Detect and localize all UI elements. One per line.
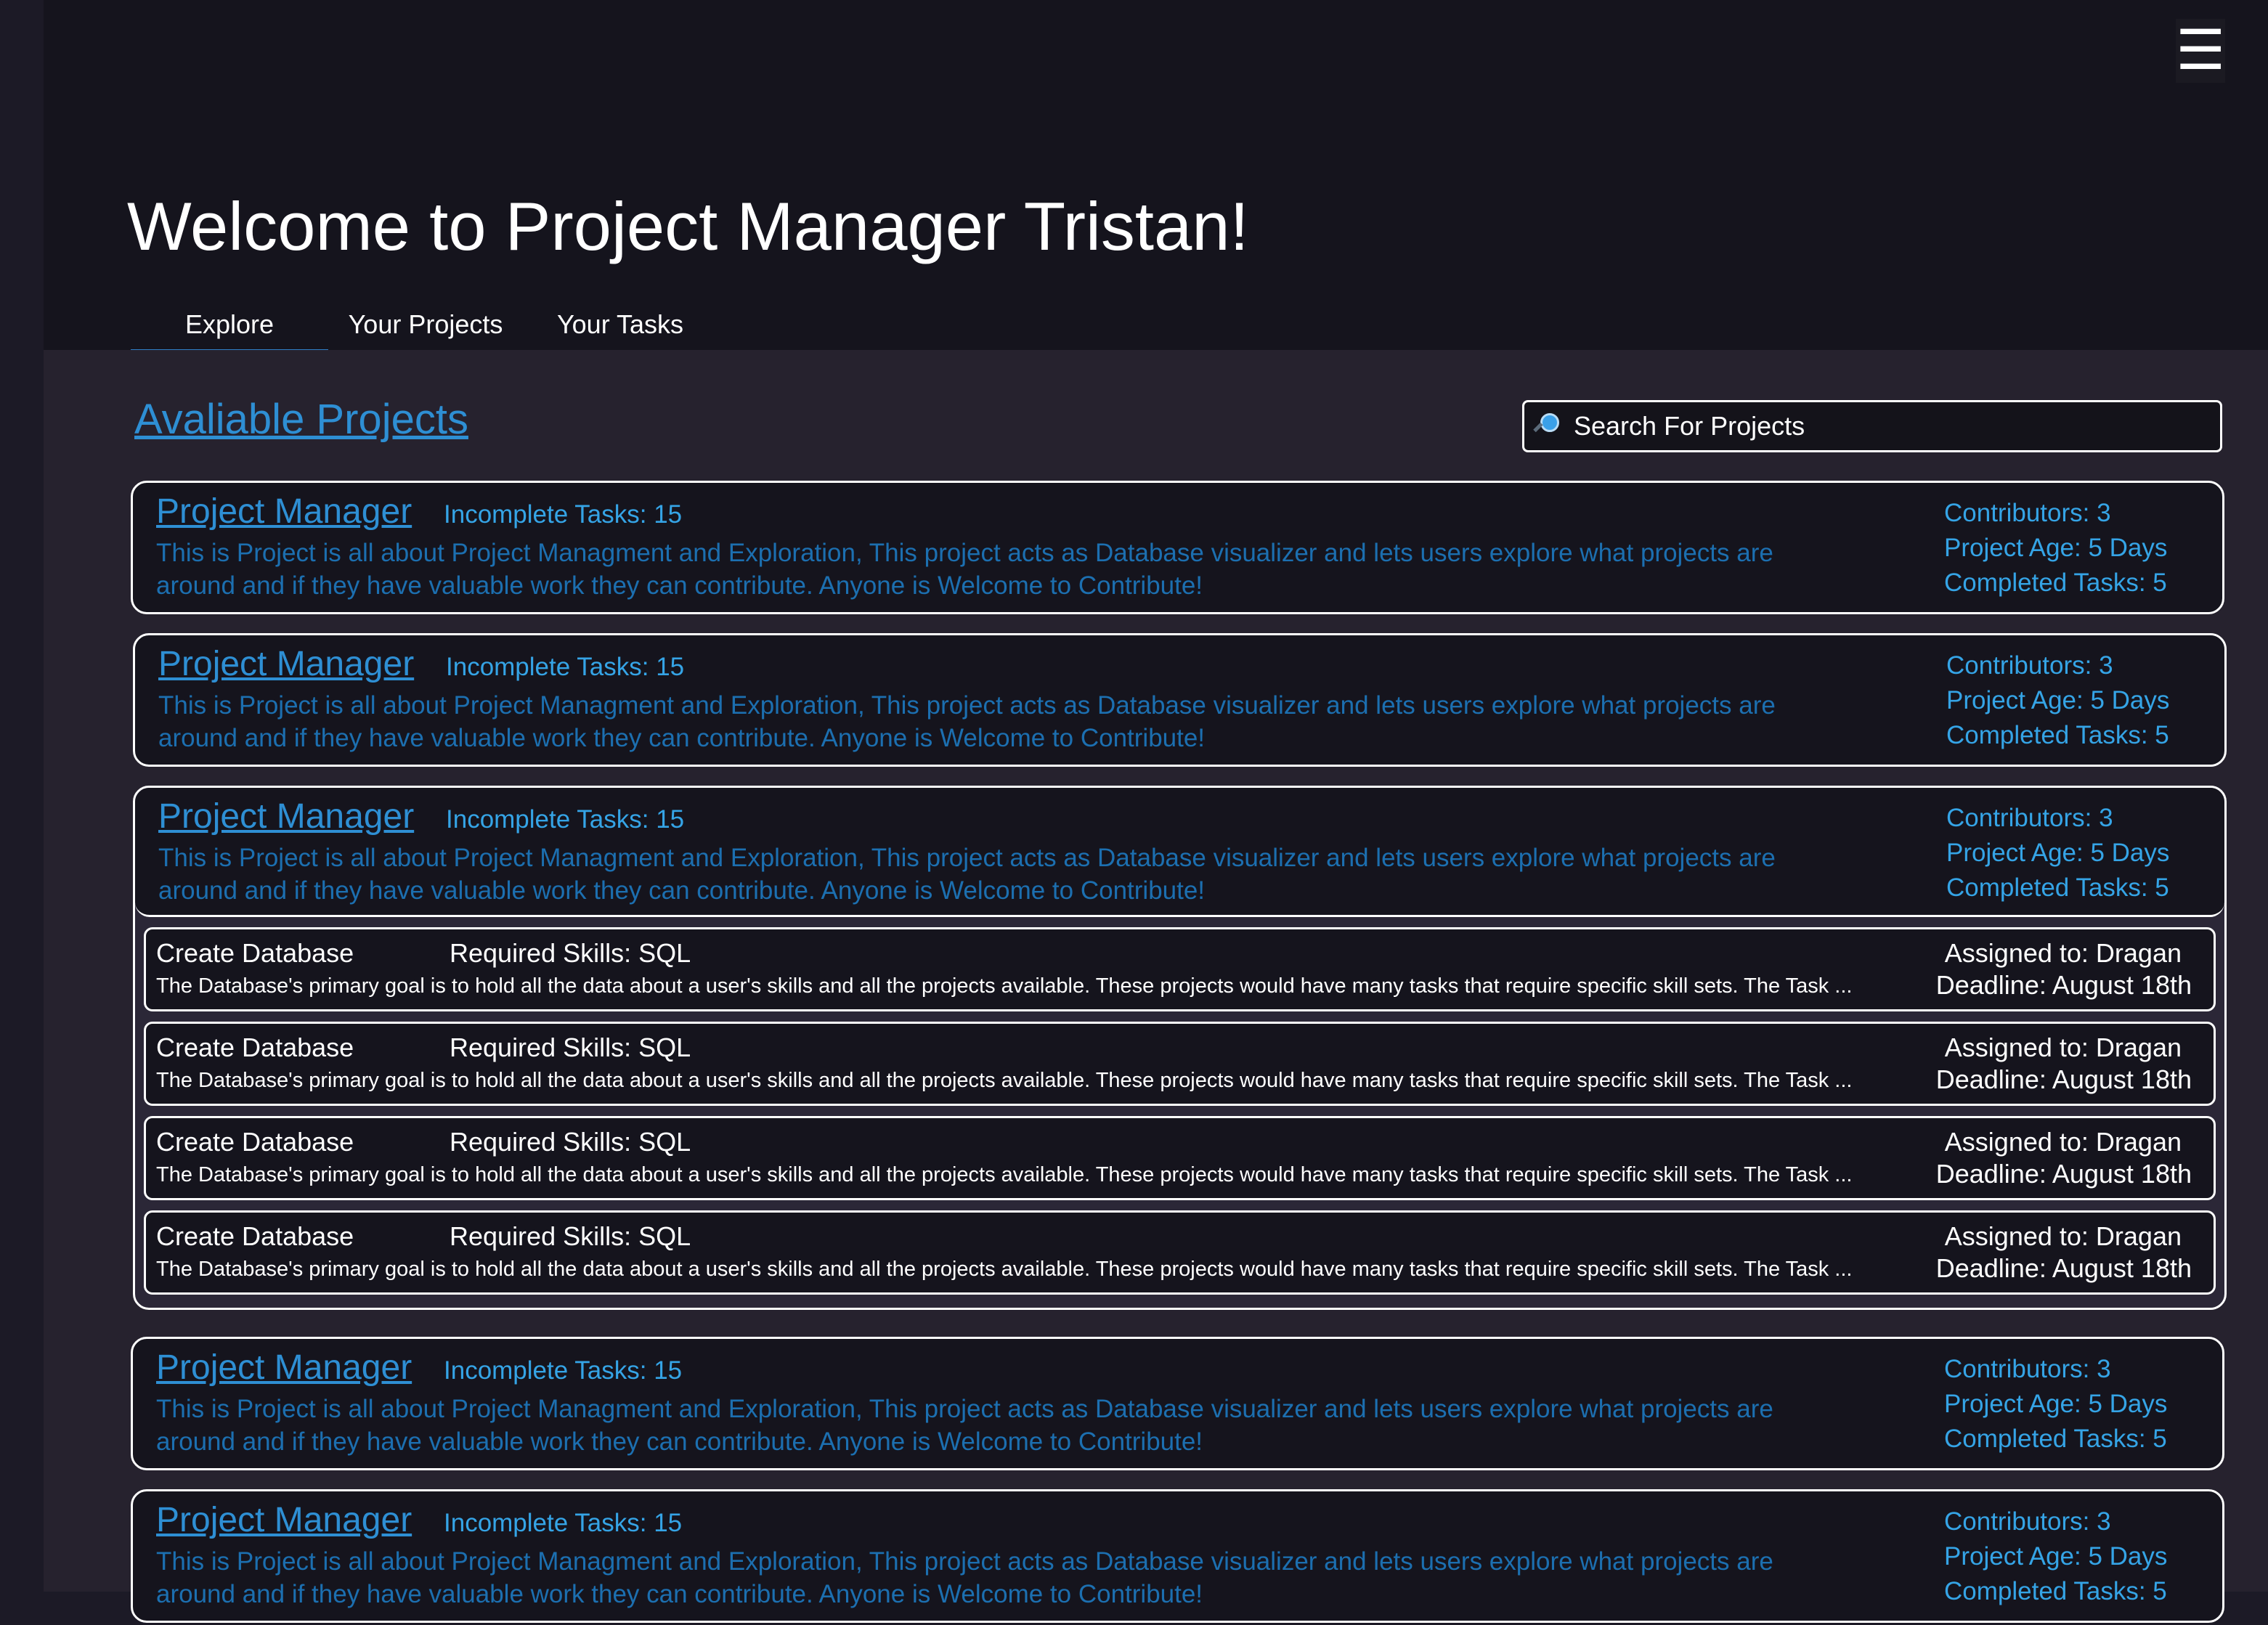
project-header: Project Manager Incomplete Tasks: 15 Thi… <box>133 1339 2222 1468</box>
contributors: Contributors: 3 <box>1944 499 2111 527</box>
incomplete-tasks: Incomplete Tasks: 15 <box>446 653 685 681</box>
task-assignee: Assigned to: Dragan <box>1944 938 2182 968</box>
search-input[interactable]: Search For Projects <box>1522 400 2222 452</box>
task-deadline: Deadline: August 18th <box>1935 970 2192 1000</box>
incomplete-tasks: Incomplete Tasks: 15 <box>444 1509 683 1537</box>
project-description: This is Project is all about Project Man… <box>158 844 1776 905</box>
contributors: Contributors: 3 <box>1946 651 2113 680</box>
task-required-skills: Required Skills: SQL <box>450 1221 691 1251</box>
task-name: Create Database <box>156 938 354 968</box>
contributors: Contributors: 3 <box>1944 1507 2111 1536</box>
project-name-link[interactable]: Project Manager <box>158 644 414 684</box>
task-description: The Database's primary goal is to hold a… <box>156 1163 1853 1186</box>
tab-your-tasks[interactable]: Your Tasks <box>523 298 718 353</box>
task-name: Create Database <box>156 1033 354 1062</box>
completed-tasks: Completed Tasks: 5 <box>1944 569 2167 597</box>
tab-your-projects[interactable]: Your Projects <box>328 298 523 353</box>
task-description: The Database's primary goal is to hold a… <box>156 974 1853 998</box>
completed-tasks: Completed Tasks: 5 <box>1946 721 2169 749</box>
project-name-link[interactable]: Project Manager <box>156 492 412 532</box>
task-assignee: Assigned to: Dragan <box>1944 1033 2182 1062</box>
project-name-link[interactable]: Project Manager <box>156 1348 412 1388</box>
project-card[interactable]: Project Manager Incomplete Tasks: 15 Thi… <box>131 481 2224 614</box>
search-placeholder: Search For Projects <box>1574 411 1805 441</box>
section-title[interactable]: Avaliable Projects <box>134 395 468 444</box>
task-row[interactable]: Create Database Required Skills: SQL The… <box>144 1022 2216 1106</box>
project-card-expanded[interactable]: Project Manager Incomplete Tasks: 15 Thi… <box>133 786 2227 1310</box>
task-required-skills: Required Skills: SQL <box>450 938 691 968</box>
task-deadline: Deadline: August 18th <box>1935 1064 2192 1094</box>
project-header: Project Manager Incomplete Tasks: 15 Thi… <box>133 1491 2222 1621</box>
page-title: Welcome to Project Manager Tristan! <box>127 188 1249 264</box>
task-name: Create Database <box>156 1221 354 1251</box>
project-description: This is Project is all about Project Man… <box>156 1395 1773 1456</box>
completed-tasks: Completed Tasks: 5 <box>1944 1577 2167 1605</box>
project-stats: Contributors: 3 Project Age: 5 Days Comp… <box>1944 496 2167 600</box>
search-icon <box>1533 412 1562 441</box>
project-stats: Contributors: 3 Project Age: 5 Days Comp… <box>1944 1352 2167 1457</box>
project-header: Project Manager Incomplete Tasks: 15 Thi… <box>135 635 2224 765</box>
task-row[interactable]: Create Database Required Skills: SQL The… <box>144 927 2216 1011</box>
project-stats: Contributors: 3 Project Age: 5 Days Comp… <box>1946 648 2169 753</box>
incomplete-tasks: Incomplete Tasks: 15 <box>446 805 685 834</box>
left-gutter <box>0 0 44 1625</box>
menu-button[interactable]: ☰ <box>2176 19 2225 83</box>
project-name-link[interactable]: Project Manager <box>156 1500 412 1540</box>
incomplete-tasks: Incomplete Tasks: 15 <box>444 1356 683 1385</box>
completed-tasks: Completed Tasks: 5 <box>1944 1425 2167 1453</box>
project-card[interactable]: Project Manager Incomplete Tasks: 15 Thi… <box>131 1337 2224 1470</box>
project-stats: Contributors: 3 Project Age: 5 Days Comp… <box>1946 801 2169 905</box>
project-age: Project Age: 5 Days <box>1944 1390 2168 1418</box>
task-row[interactable]: Create Database Required Skills: SQL The… <box>144 1116 2216 1200</box>
project-stats: Contributors: 3 Project Age: 5 Days Comp… <box>1944 1504 2167 1609</box>
incomplete-tasks: Incomplete Tasks: 15 <box>444 500 683 529</box>
completed-tasks: Completed Tasks: 5 <box>1946 873 2169 902</box>
task-assignee: Assigned to: Dragan <box>1944 1127 2182 1157</box>
task-deadline: Deadline: August 18th <box>1935 1159 2192 1189</box>
contributors: Contributors: 3 <box>1944 1355 2111 1383</box>
task-assignee: Assigned to: Dragan <box>1944 1221 2182 1251</box>
project-description: This is Project is all about Project Man… <box>156 1547 1773 1608</box>
project-description: This is Project is all about Project Man… <box>158 691 1776 752</box>
tab-bar: Explore Your Projects Your Tasks <box>131 298 718 353</box>
project-name-link[interactable]: Project Manager <box>158 797 414 836</box>
project-age: Project Age: 5 Days <box>1944 1542 2168 1571</box>
project-header: Project Manager Incomplete Tasks: 15 Thi… <box>133 483 2222 612</box>
project-card[interactable]: Project Manager Incomplete Tasks: 15 Thi… <box>133 633 2227 767</box>
task-list: Create Database Required Skills: SQL The… <box>135 917 2224 1319</box>
task-row[interactable]: Create Database Required Skills: SQL The… <box>144 1210 2216 1295</box>
project-header: Project Manager Incomplete Tasks: 15 Thi… <box>135 788 2224 917</box>
task-required-skills: Required Skills: SQL <box>450 1033 691 1062</box>
project-age: Project Age: 5 Days <box>1944 534 2168 562</box>
project-age: Project Age: 5 Days <box>1946 839 2170 867</box>
task-required-skills: Required Skills: SQL <box>450 1127 691 1157</box>
task-description: The Database's primary goal is to hold a… <box>156 1258 1853 1281</box>
project-card[interactable]: Project Manager Incomplete Tasks: 15 Thi… <box>131 1489 2224 1623</box>
contributors: Contributors: 3 <box>1946 804 2113 832</box>
project-age: Project Age: 5 Days <box>1946 686 2170 714</box>
hamburger-icon: ☰ <box>2175 20 2226 81</box>
task-deadline: Deadline: August 18th <box>1935 1253 2192 1283</box>
tab-explore[interactable]: Explore <box>131 298 328 353</box>
project-description: This is Project is all about Project Man… <box>156 539 1773 600</box>
task-description: The Database's primary goal is to hold a… <box>156 1069 1853 1092</box>
task-name: Create Database <box>156 1127 354 1157</box>
